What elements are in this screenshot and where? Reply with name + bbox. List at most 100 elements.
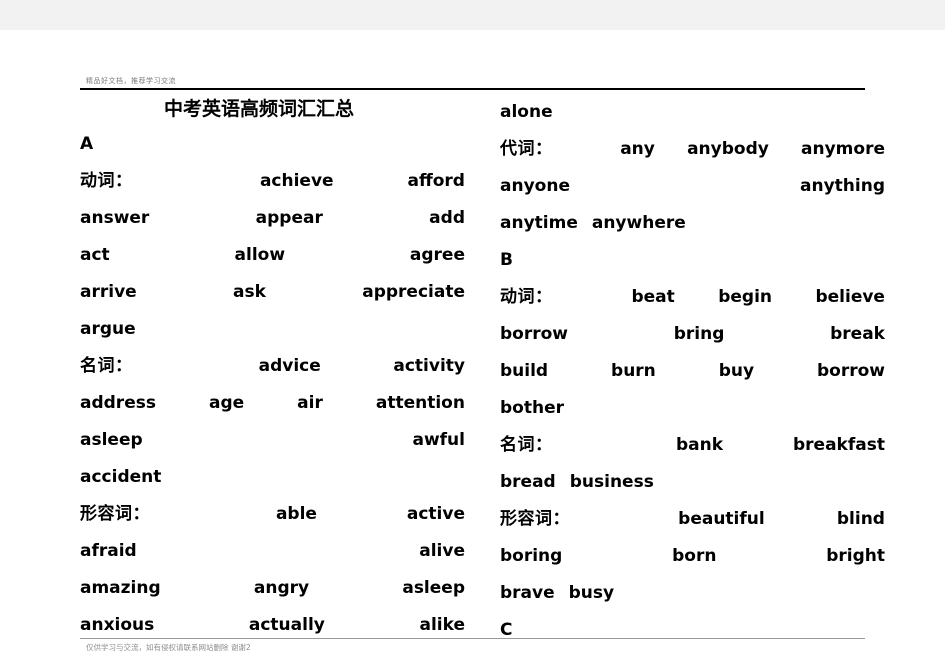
vocabulary-word: address <box>80 393 156 413</box>
vocabulary-word: bother <box>500 398 564 418</box>
vocabulary-word: bank <box>675 435 724 455</box>
vocabulary-word: bright <box>826 546 885 566</box>
vocabulary-word: appear <box>255 208 323 228</box>
vocabulary-word: business <box>569 472 654 492</box>
vocabulary-word: anytime <box>500 213 578 233</box>
vocabulary-word: beautiful <box>678 509 765 529</box>
vocabulary-word: advice <box>258 356 321 376</box>
vocabulary-word: anymore <box>801 139 885 159</box>
vocabulary-word: attention <box>375 393 465 413</box>
vocabulary-word: anything <box>800 176 885 196</box>
word-row: amazing angry asleep <box>80 570 465 607</box>
word-row: act allow agree <box>80 237 465 274</box>
vocabulary-word: boring <box>500 546 563 566</box>
word-row: accident <box>80 459 465 496</box>
word-row: bread business <box>500 464 885 501</box>
part-of-speech-label: 动词： <box>80 171 133 191</box>
letter-heading: C <box>500 620 513 640</box>
word-row: arrive ask appreciate <box>80 274 465 311</box>
vocabulary-word: busy <box>568 583 615 603</box>
part-of-speech-label: 名词： <box>80 356 133 376</box>
part-of-speech-label: 代词： <box>500 139 553 159</box>
word-row: 名词： bank breakfast <box>500 427 885 464</box>
word-row: anytime anywhere <box>500 205 885 242</box>
letter-heading: B <box>500 250 513 270</box>
window-top-bar <box>0 0 945 31</box>
word-row: argue <box>80 311 465 348</box>
vocabulary-word: bread <box>500 472 556 492</box>
word-row: 形容词： beautiful blind <box>500 501 885 538</box>
word-row: 名词： advice activity <box>80 348 465 385</box>
vocabulary-word: build <box>500 361 549 381</box>
part-of-speech-label: 动词： <box>500 287 553 307</box>
vocabulary-word: borrow <box>817 361 885 381</box>
vocabulary-word: age <box>208 393 245 413</box>
document-body: 中考英语高频词汇汇总 A 动词： achieve afford answer appear a… <box>80 94 885 640</box>
word-row: answer appear add <box>80 200 465 237</box>
word-row: 动词： beat begin believe <box>500 279 885 316</box>
word-row: bother <box>500 390 885 427</box>
vocabulary-word: afraid <box>80 541 137 561</box>
vocabulary-word: break <box>830 324 885 344</box>
word-row: address age air attention <box>80 385 465 422</box>
part-of-speech-label: 形容词： <box>80 504 150 524</box>
header-watermark: 精品好文档，推荐学习交流 <box>86 77 176 85</box>
vocabulary-word: bring <box>673 324 725 344</box>
vocabulary-word: angry <box>253 578 310 598</box>
part-of-speech-label: 名词： <box>500 435 553 455</box>
vocabulary-word: believe <box>815 287 885 307</box>
word-row: borrow bring break <box>500 316 885 353</box>
vocabulary-word: air <box>297 393 323 413</box>
vocabulary-word: blind <box>836 509 885 529</box>
document-sheet: 精品好文档，推荐学习交流 中考英语高频词汇汇总 A 动词： achieve afford… <box>0 30 945 655</box>
vocabulary-word: alive <box>419 541 465 561</box>
vocabulary-word: beat <box>631 287 675 307</box>
document-page: 精品好文档，推荐学习交流 中考英语高频词汇汇总 A 动词： achieve afford… <box>0 0 945 655</box>
left-column: 中考英语高频词汇汇总 A 动词： achieve afford answer appear a… <box>80 94 465 644</box>
vocabulary-word: anyone <box>500 176 570 196</box>
word-row: asleep awful <box>80 422 465 459</box>
vocabulary-word: begin <box>718 287 773 307</box>
word-row: anyone anything <box>500 168 885 205</box>
part-of-speech-label: 形容词： <box>500 509 570 529</box>
vocabulary-word: achieve <box>259 171 334 191</box>
word-row: 动词： achieve afford <box>80 163 465 200</box>
vocabulary-word: asleep <box>402 578 465 598</box>
vocabulary-word: awful <box>412 430 465 450</box>
word-row: 形容词： able active <box>80 496 465 533</box>
vocabulary-word: argue <box>80 319 136 339</box>
word-row: alone <box>500 94 885 131</box>
vocabulary-word: born <box>672 546 717 566</box>
vocabulary-word: anywhere <box>591 213 686 233</box>
footer-rule <box>80 638 865 639</box>
vocabulary-word: amazing <box>80 578 161 598</box>
vocabulary-word: any <box>620 139 655 159</box>
vocabulary-word: ask <box>233 282 266 302</box>
vocabulary-word: breakfast <box>793 435 885 455</box>
vocabulary-word: alone <box>500 102 553 122</box>
word-row: afraid alive <box>80 533 465 570</box>
vocabulary-word: borrow <box>500 324 568 344</box>
vocabulary-word: answer <box>80 208 150 228</box>
vocabulary-word: active <box>406 504 465 524</box>
vocabulary-word: burn <box>611 361 656 381</box>
vocabulary-word: accident <box>80 467 162 487</box>
vocabulary-word: arrive <box>80 282 137 302</box>
word-row: build burn buy borrow <box>500 353 885 390</box>
right-column: alone 代词： any anybody anymore anyone anything a… <box>500 94 885 649</box>
vocabulary-word: brave <box>500 583 555 603</box>
vocabulary-word: asleep <box>80 430 143 450</box>
header-rule <box>80 88 865 90</box>
footer-watermark: 仅供学习与交流，如有侵权请联系网站删除 谢谢2 <box>86 643 251 652</box>
vocabulary-word: able <box>275 504 317 524</box>
vocabulary-word: buy <box>718 361 755 381</box>
vocabulary-word: agree <box>409 245 465 265</box>
vocabulary-word: appreciate <box>362 282 465 302</box>
vocabulary-word: afford <box>407 171 465 191</box>
word-row: boring born bright <box>500 538 885 575</box>
vocabulary-word: act <box>80 245 110 265</box>
word-row: 代词： any anybody anymore <box>500 131 885 168</box>
word-row: brave busy <box>500 575 885 612</box>
page-title: 中考英语高频词汇汇总 <box>164 98 355 120</box>
vocabulary-word: activity <box>393 356 465 376</box>
